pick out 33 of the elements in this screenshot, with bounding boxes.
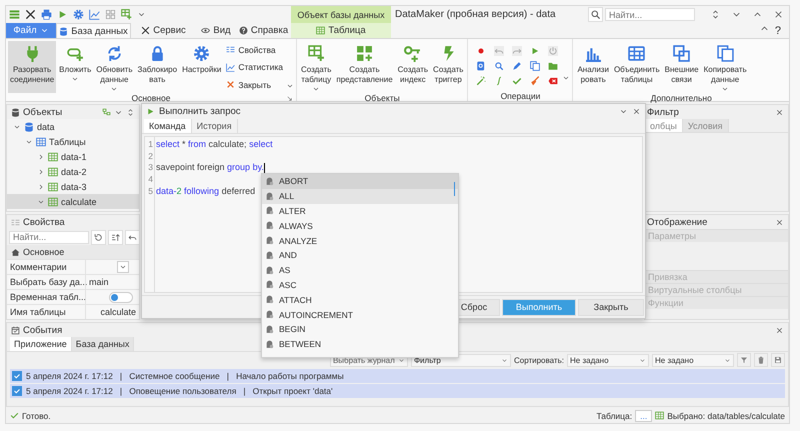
code-line: data-2 following deferred	[156, 186, 256, 198]
property-name: Временная табл...	[9, 292, 85, 302]
property-name: Выбрать базу да...	[9, 277, 85, 288]
table-label: Таблица:	[596, 410, 632, 421]
panel-title: Свойства	[23, 216, 65, 228]
code-line: select * from calculate; select	[156, 139, 273, 151]
line-number: 2	[148, 150, 154, 162]
window-title: DataMaker (пробная версия) - data	[395, 9, 556, 20]
line-number: 4	[148, 174, 154, 186]
line-number: 3	[148, 162, 154, 174]
event-message: 5 апреля 2024 г. 17:12 | Системное сообщение | Начало работы программы	[26, 371, 344, 382]
group-label: Основное	[132, 93, 170, 104]
line-number: 5	[148, 186, 154, 198]
section-title: Основное	[23, 247, 64, 258]
panel-title: Фильтр	[647, 106, 679, 118]
event-message: 5 апреля 2024 г. 17:12 | Оповещение пользователя | Открыт проект 'data'	[26, 386, 333, 396]
panel-title: Отображение	[647, 216, 708, 228]
panel-title: Объекты	[23, 106, 62, 118]
group-label: Дополнительно	[650, 93, 712, 104]
status-message: Готово.	[22, 410, 51, 421]
panel-title: События	[23, 324, 62, 336]
sort-label: Сортировать:	[514, 356, 564, 365]
context-group-header: Объект базы данных	[291, 6, 391, 23]
group-label: Объекты	[364, 93, 400, 104]
line-number: 1	[148, 139, 154, 151]
code-line: savepoint foreign group by.	[156, 162, 264, 174]
property-name: Имя таблицы	[9, 307, 67, 318]
property-value: main	[89, 277, 109, 288]
dialog-title: Выполнить запрос	[159, 106, 241, 117]
selection-path: Выбрано: data/tables/calculate	[667, 410, 785, 421]
property-value: calculate	[100, 307, 136, 318]
property-name: Комментарии	[9, 262, 68, 272]
group-label: Операции	[500, 91, 540, 102]
